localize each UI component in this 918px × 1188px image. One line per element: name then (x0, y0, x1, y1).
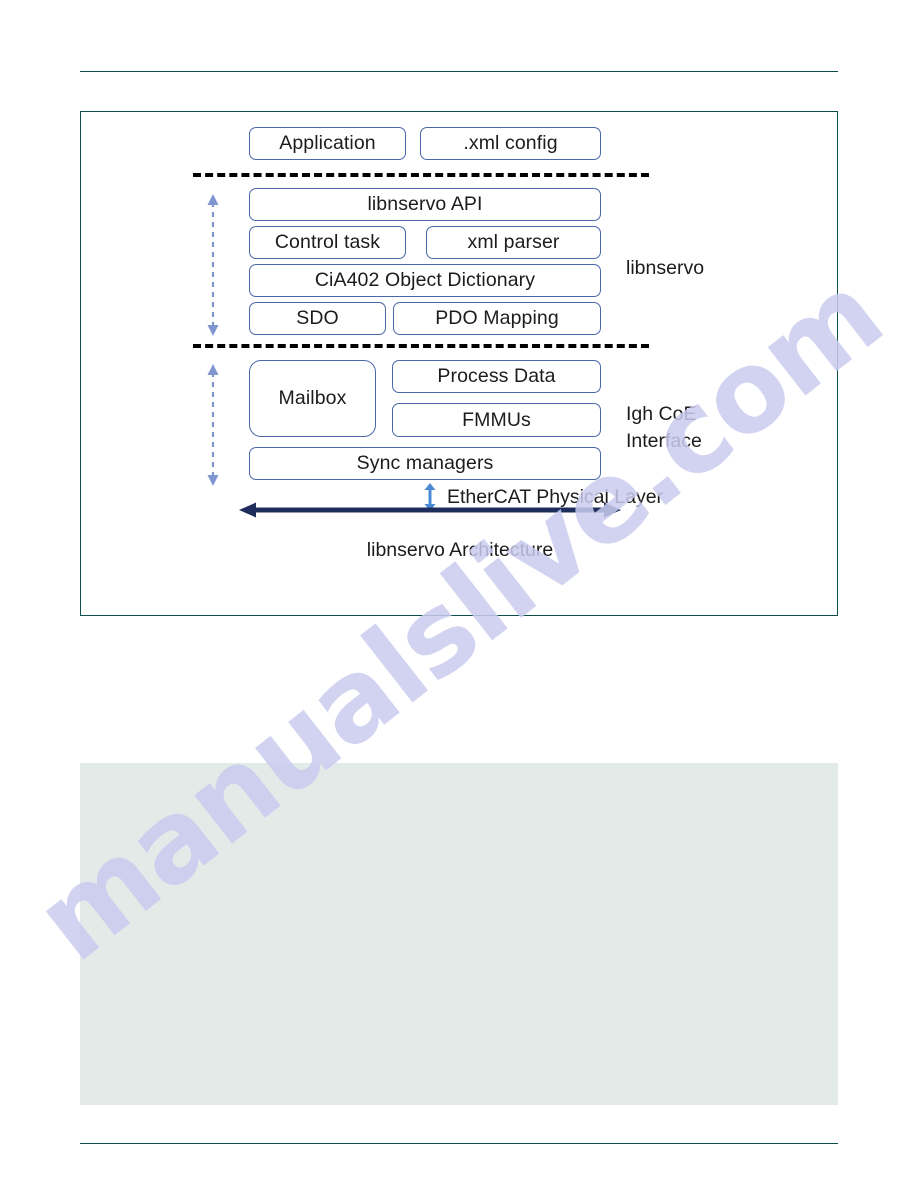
box-mailbox[interactable]: Mailbox (249, 360, 376, 437)
box-application[interactable]: Application (249, 127, 406, 160)
dashed-separator-lower (193, 344, 649, 348)
libnservo-span-arrow (207, 194, 219, 336)
page-footer-rule (80, 1143, 838, 1144)
dashed-separator-upper (193, 173, 649, 177)
ethercat-bus-arrow (239, 502, 621, 518)
box-xml-parser[interactable]: xml parser (426, 226, 601, 259)
label-libnservo: libnservo (626, 257, 705, 279)
box-cia402-object-dictionary[interactable]: CiA402 Object Dictionary (249, 264, 601, 297)
content-placeholder-block (80, 763, 838, 1105)
label-igh-coe-interface-line1: Igh CoE (626, 403, 697, 425)
figure-caption: libnservo Architecture (366, 539, 554, 561)
label-igh-coe-interface-line2: Interface (626, 430, 702, 452)
page-header-rule (80, 71, 838, 72)
box-process-data[interactable]: Process Data (392, 360, 601, 393)
box-sync-managers[interactable]: Sync managers (249, 447, 601, 480)
box-xml-config[interactable]: .xml config (420, 127, 601, 160)
igh-span-arrow (207, 364, 219, 486)
box-control-task[interactable]: Control task (249, 226, 406, 259)
box-pdo-mapping[interactable]: PDO Mapping (393, 302, 601, 335)
figure-frame: Application .xml config libnservo API Co… (80, 111, 838, 616)
box-sdo[interactable]: SDO (249, 302, 386, 335)
box-libnservo-api[interactable]: libnservo API (249, 188, 601, 221)
box-fmmus[interactable]: FMMUs (392, 403, 601, 437)
figure-content: Application .xml config libnservo API Co… (81, 112, 837, 615)
